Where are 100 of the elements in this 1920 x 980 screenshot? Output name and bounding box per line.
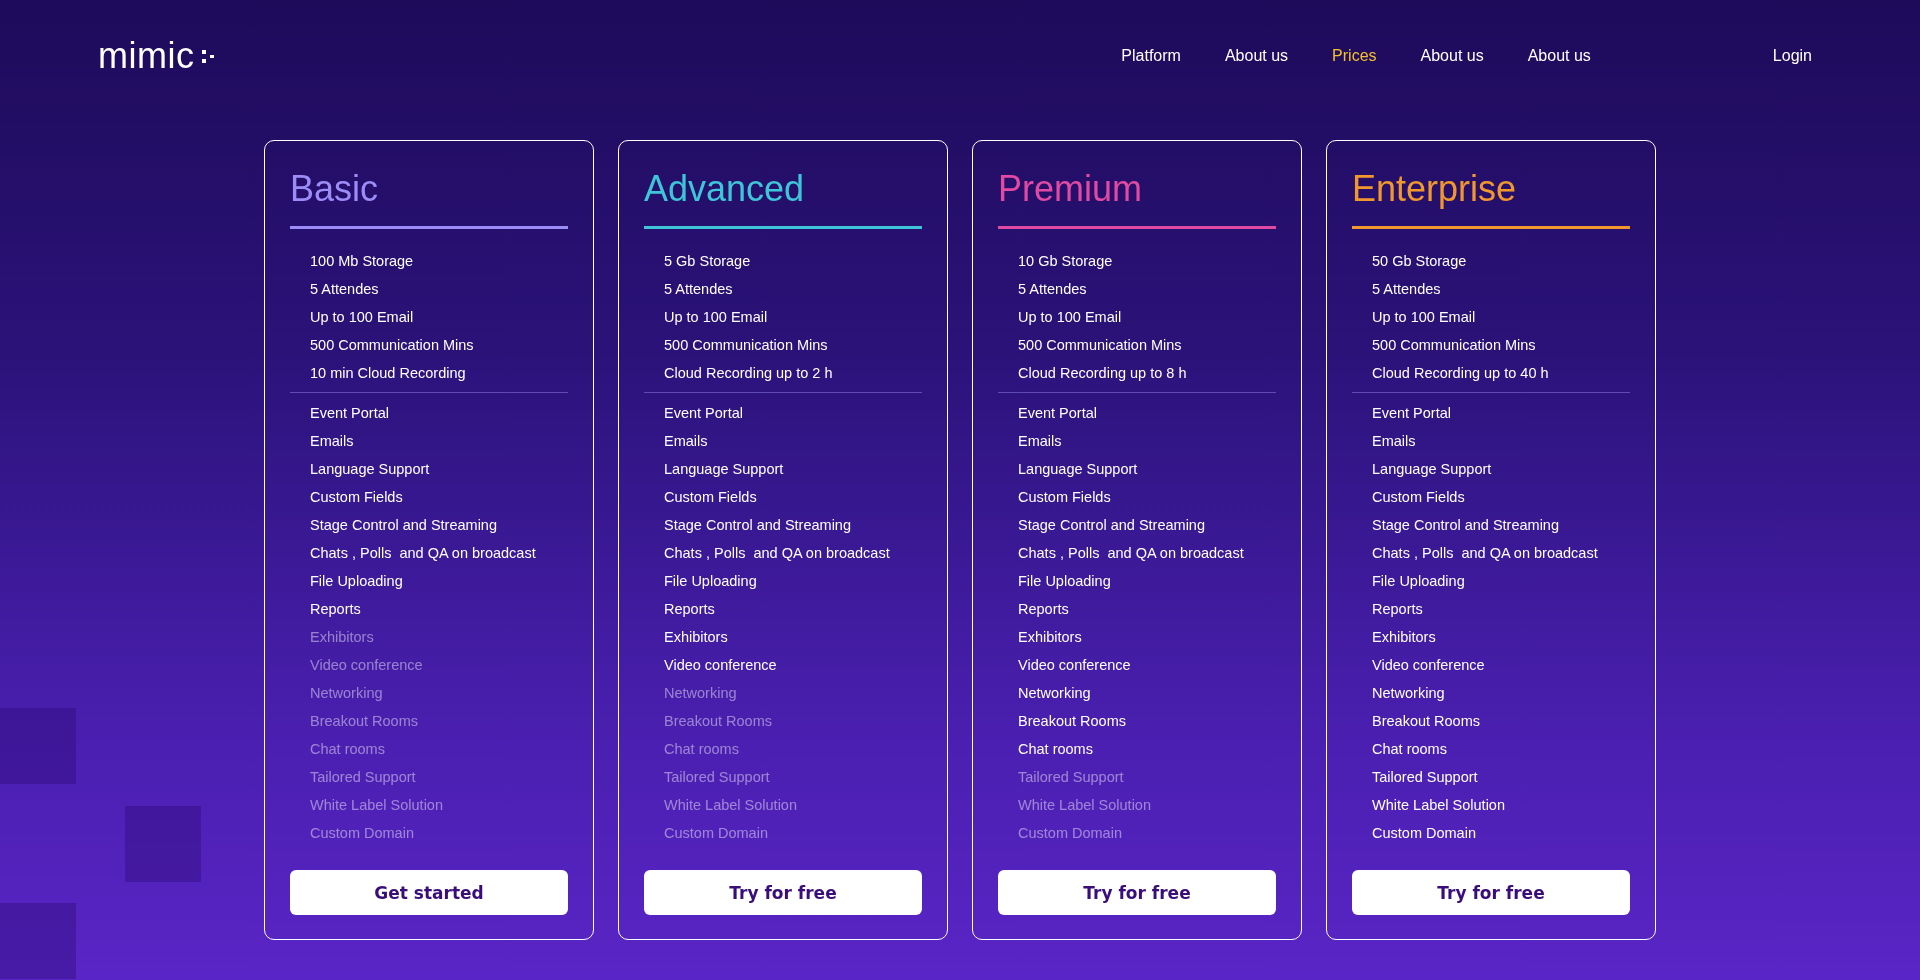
plan-feature: Video conference [1018,656,1132,675]
plan-feature: File Uploading [1018,572,1112,591]
plan-feature: Stage Control and Streaming [310,516,498,535]
plan-feature: Chat rooms [1372,740,1448,759]
plan-feature: Chats , Polls and QA on broadcast [310,544,537,563]
plan-feature: Event Portal [664,404,744,423]
plan-title: Enterprise [1352,167,1518,211]
plan-feature: Chat rooms [310,740,386,759]
plan-feature: Breakout Rooms [664,712,773,731]
plan-feature: Video conference [664,656,778,675]
plan-quota: 5 Attendes [1372,280,1442,299]
plan-quota: Cloud Recording up to 8 h [1018,364,1188,383]
plan-feature: Stage Control and Streaming [1372,516,1560,535]
plan-feature: White Label Solution [664,796,798,815]
plan-feature: Chat rooms [1018,740,1094,759]
plan-feature: Emails [1372,432,1417,451]
plan-feature: Networking [1372,684,1446,703]
plan-quota: 10 Gb Storage [1018,252,1114,271]
plan-quota: 500 Communication Mins [1018,336,1183,355]
nav-link[interactable]: About us [1505,47,1613,65]
nav-link[interactable]: About us [1398,47,1506,65]
plan-feature: Event Portal [1018,404,1098,423]
plan-feature: Custom Domain [1372,824,1477,843]
plan-feature: Custom Fields [1018,488,1112,507]
plan-quota: 50 Gb Storage [1372,252,1468,271]
plan-button[interactable]: Try for free [1352,870,1630,915]
plan-button[interactable]: Get started [290,870,568,915]
plan-quota: 500 Communication Mins [310,336,475,355]
plan-feature: Exhibitors [1372,628,1437,647]
plan-feature: Breakout Rooms [1018,712,1127,731]
plan-quota: 500 Communication Mins [1372,336,1537,355]
plan-feature: Custom Domain [310,824,415,843]
plan-feature: Custom Domain [1018,824,1123,843]
plan-quota: 5 Attendes [310,280,380,299]
plan-feature: White Label Solution [1018,796,1152,815]
plan-quota: 100 Mb Storage [310,252,415,271]
logo-dots-icon [202,47,217,65]
nav-link[interactable]: Prices [1310,47,1399,65]
logo-text[interactable]: mimic [98,35,195,77]
plan-quota: Up to 100 Email [664,308,769,327]
plan-feature: Reports [664,600,716,619]
plan-quota: Up to 100 Email [310,308,415,327]
plan-feature: Event Portal [310,404,390,423]
plan-feature: File Uploading [310,572,404,591]
plan-quota: 5 Attendes [664,280,734,299]
nav-link[interactable]: Platform [1099,47,1203,65]
plan-quota: 10 min Cloud Recording [310,364,467,383]
plan-feature: File Uploading [664,572,758,591]
plan-feature: Stage Control and Streaming [1018,516,1206,535]
plan-button[interactable]: Try for free [644,870,922,915]
plan-feature: White Label Solution [310,796,444,815]
plan-feature: Reports [310,600,362,619]
plan-feature: Tailored Support [310,768,417,787]
plan-feature: Tailored Support [664,768,771,787]
plan-feature: Exhibitors [1018,628,1083,647]
plan-feature: Chat rooms [664,740,740,759]
plan-feature: Language Support [1018,460,1139,479]
plan-quota: 5 Attendes [1018,280,1088,299]
plan-feature: Networking [310,684,384,703]
plan-feature: Chats , Polls and QA on broadcast [664,544,891,563]
plan-quota: Up to 100 Email [1372,308,1477,327]
plan-feature: Emails [310,432,355,451]
plan-feature: Emails [1018,432,1063,451]
plan-quota: 5 Gb Storage [664,252,752,271]
plan-feature: Chats , Polls and QA on broadcast [1018,544,1245,563]
plan-feature: Tailored Support [1018,768,1125,787]
plan-feature: Language Support [310,460,431,479]
plan-feature: File Uploading [1372,572,1466,591]
plan-title: Basic [290,167,380,211]
plan-feature: Custom Fields [310,488,404,507]
plan-feature: Custom Fields [664,488,758,507]
plan-feature: Emails [664,432,709,451]
plan-title: Advanced [644,167,806,211]
plan-feature: Language Support [1372,460,1493,479]
plan-feature: Event Portal [1372,404,1452,423]
plan-feature: Networking [664,684,738,703]
plan-quota: 500 Communication Mins [664,336,829,355]
plan-feature: Custom Fields [1372,488,1466,507]
plan-feature: Reports [1018,600,1070,619]
plan-quota: Cloud Recording up to 40 h [1372,364,1550,383]
plan-feature: Stage Control and Streaming [664,516,852,535]
plan-feature: Exhibitors [310,628,375,647]
plan-feature: White Label Solution [1372,796,1506,815]
plan-feature: Language Support [664,460,785,479]
nav-link[interactable]: About us [1202,47,1311,65]
plan-feature: Networking [1018,684,1092,703]
plan-feature: Custom Domain [664,824,769,843]
plan-button[interactable]: Try for free [998,870,1276,915]
plan-title: Premium [998,167,1144,211]
plan-feature: Video conference [1372,656,1486,675]
plan-feature: Video conference [310,656,424,675]
plan-feature: Exhibitors [664,628,729,647]
plan-feature: Breakout Rooms [310,712,419,731]
plan-feature: Chats , Polls and QA on broadcast [1372,544,1599,563]
plan-feature: Reports [1372,600,1424,619]
plan-feature: Tailored Support [1372,768,1479,787]
plan-quota: Up to 100 Email [1018,308,1123,327]
plan-feature: Breakout Rooms [1372,712,1481,731]
login-link[interactable]: Login [1772,47,1812,65]
plan-quota: Cloud Recording up to 2 h [664,364,834,383]
